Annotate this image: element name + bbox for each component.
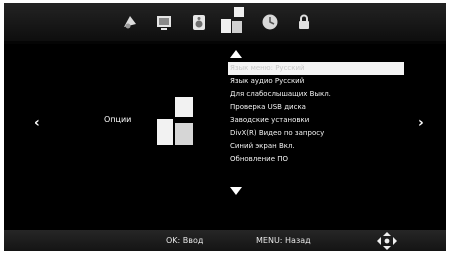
hint-bar: OK: Ввод MENU: Назад	[4, 230, 446, 251]
menu-item-usb-check[interactable]: Проверка USB диска	[228, 101, 404, 114]
menu-item-software-update[interactable]: Обновление ПО	[228, 153, 404, 166]
dpad-arrows-icon	[376, 231, 398, 251]
tv-menu-screen: ‹ › Опции Язык меню: Русский Язык аудио …	[4, 3, 446, 251]
options-menu-list: Язык меню: Русский Язык аудио Русский Дл…	[228, 62, 404, 166]
scroll-down-icon[interactable]	[230, 187, 242, 195]
ok-hint: OK: Ввод	[166, 236, 204, 245]
lock-icon[interactable]	[294, 12, 314, 32]
left-arrow-icon[interactable]: ‹	[34, 115, 40, 131]
menu-hint: MENU: Назад	[256, 236, 311, 245]
menu-item-hearing-impaired[interactable]: Для слабослышащих Выкл.	[228, 88, 404, 101]
clock-icon[interactable]	[260, 12, 280, 32]
right-arrow-icon[interactable]: ›	[418, 115, 424, 131]
satellite-dish-icon[interactable]	[120, 12, 140, 32]
menu-tab-bar	[4, 3, 446, 41]
scroll-up-icon[interactable]	[230, 50, 242, 58]
menu-item-divx-vod[interactable]: DivX(R) Видео по запросу	[228, 127, 404, 140]
menu-item-menu-language[interactable]: Язык меню: Русский	[228, 62, 404, 75]
picture-icon[interactable]	[154, 12, 174, 32]
menu-item-factory-reset[interactable]: Заводские установки	[228, 114, 404, 127]
sound-icon[interactable]	[189, 12, 209, 32]
category-title: Опции	[104, 115, 132, 124]
options-blocks-icon	[153, 93, 197, 149]
menu-item-blue-screen[interactable]: Синий экран Вкл.	[228, 140, 404, 153]
options-blocks-icon[interactable]	[218, 5, 246, 35]
menu-item-audio-language[interactable]: Язык аудио Русский	[228, 75, 404, 88]
